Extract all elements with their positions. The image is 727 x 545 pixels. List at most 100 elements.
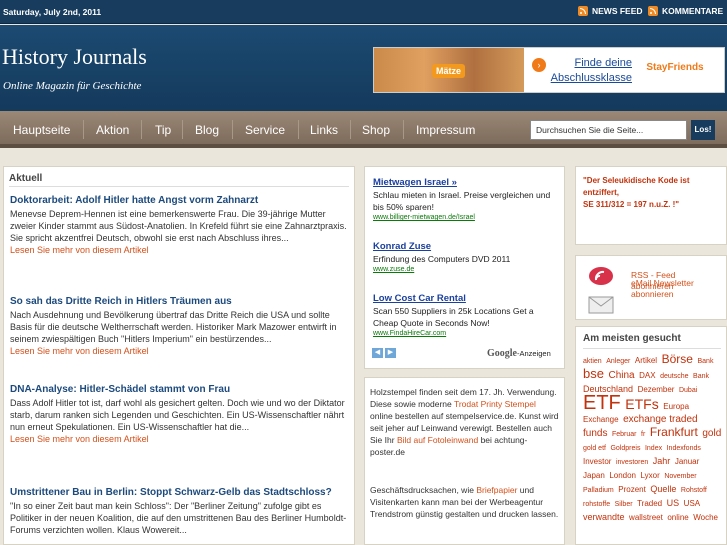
tag-link[interactable]: gold etf: [583, 445, 606, 452]
tag-link[interactable]: Frankfurt: [650, 425, 698, 439]
tag-link[interactable]: aktien: [583, 358, 602, 365]
search-button[interactable]: Los!: [691, 120, 715, 140]
article-title[interactable]: Umstrittener Bau in Berlin: Stoppt Schwa…: [10, 486, 352, 499]
tag-link[interactable]: Indexfonds: [667, 445, 701, 452]
tag-link[interactable]: Europa: [663, 402, 689, 411]
tag-link[interactable]: deutsche: [660, 373, 688, 380]
tag-link[interactable]: Bank: [697, 358, 713, 365]
tag-link[interactable]: investoren: [616, 459, 648, 466]
google-ads-label[interactable]: Google-Anzeigen: [487, 348, 551, 359]
tag-link[interactable]: Dezember: [638, 385, 675, 394]
tag-link[interactable]: exchange traded: [623, 414, 698, 425]
sponsored-link-briefpapier[interactable]: Briefpapier: [476, 485, 517, 495]
search-input[interactable]: Durchsuchen Sie die Seite...: [530, 120, 687, 140]
article-title[interactable]: Doktorarbeit: Adolf Hitler hatte Angst v…: [10, 194, 352, 207]
read-more-link[interactable]: Lesen Sie mehr von diesem Artikel: [10, 345, 352, 357]
nav-item-hauptseite[interactable]: Hauptseite: [13, 123, 70, 137]
tag-link[interactable]: fr: [641, 431, 645, 438]
ad-title[interactable]: Mietwagen Israel »: [373, 177, 559, 189]
tag-link[interactable]: Lyxor: [641, 471, 660, 480]
read-more-link[interactable]: Lesen Sie mehr von diesem Artikel: [10, 244, 352, 256]
tag-link[interactable]: DAX: [639, 371, 655, 380]
top-bar: Saturday, July 2nd, 2011 NEWS FEED KOMME…: [0, 0, 727, 24]
ads-suffix: -Anzeigen: [517, 349, 551, 358]
chevron-right-icon[interactable]: ▶: [385, 348, 396, 358]
tag-link[interactable]: Artikel: [635, 356, 657, 365]
tag-link[interactable]: gold: [702, 428, 721, 439]
article-title[interactable]: So sah das Dritte Reich in Hitlers Träum…: [10, 295, 352, 308]
tag-link[interactable]: Rohstoff: [681, 487, 707, 494]
nav-item-shop[interactable]: Shop: [362, 123, 390, 137]
tag-link[interactable]: Woche: [693, 513, 718, 522]
article-excerpt: "In so einer Zeit baut man kein Schloss"…: [10, 501, 347, 535]
nav-item-blog[interactable]: Blog: [195, 123, 219, 137]
tag-link[interactable]: Januar: [675, 457, 699, 466]
comments-feed-link[interactable]: KOMMENTARE: [648, 6, 723, 16]
tag-link[interactable]: Goldpreis: [610, 445, 640, 452]
nav-item-aktion[interactable]: Aktion: [96, 123, 129, 137]
tag-link[interactable]: Quelle: [650, 484, 676, 494]
tag-link[interactable]: China: [608, 370, 634, 381]
divider: [9, 186, 349, 187]
tag-link[interactable]: Palladium: [583, 487, 614, 494]
article: Doktorarbeit: Adolf Hitler hatte Angst v…: [10, 194, 352, 256]
read-more-link[interactable]: Lesen Sie mehr von diesem Artikel: [10, 433, 352, 445]
sponsored-link-trodat[interactable]: Trodat Printy Stempel: [454, 399, 536, 409]
text-ad[interactable]: Konrad Zuse Erfindung des Computers DVD …: [373, 241, 559, 275]
ad-url[interactable]: www.zuse.de: [373, 265, 559, 275]
ad-url[interactable]: www.FindaHireCar.com: [373, 329, 559, 339]
nav-divider: [182, 120, 183, 139]
article-excerpt: Nach Ausdehnung und Bevölkerung übertraf…: [10, 310, 337, 344]
tag-link[interactable]: Index: [645, 445, 662, 452]
text-ad[interactable]: Low Cost Car Rental Scan 550 Suppliers i…: [373, 293, 559, 339]
article-title[interactable]: DNA-Analyse: Hitler-Schädel stammt von F…: [10, 383, 352, 396]
tag-link[interactable]: Februar: [612, 431, 637, 438]
nav-item-impressum[interactable]: Impressum: [416, 123, 475, 137]
tag-link[interactable]: Anleger: [606, 358, 630, 365]
tag-link[interactable]: Traded: [637, 499, 662, 508]
tag-link[interactable]: Bank: [693, 373, 709, 380]
nav-divider: [403, 120, 404, 139]
tag-link[interactable]: Prozent: [618, 485, 646, 494]
email-icon[interactable]: [588, 294, 614, 316]
nav-item-links[interactable]: Links: [310, 123, 338, 137]
subscribe-panel: RSS - Feed abonnieren eMail Newsletter a…: [575, 255, 727, 320]
stayfriends-banner-ad[interactable]: Mätze › Finde deine Abschlussklasse Stay…: [373, 47, 725, 93]
tag-link[interactable]: Exchange: [583, 415, 619, 424]
chevron-left-icon[interactable]: ◀: [372, 348, 383, 358]
nav-divider: [83, 120, 84, 139]
tag-link[interactable]: Silber: [615, 501, 633, 508]
rss-feed-icon[interactable]: [588, 265, 614, 287]
tag-link[interactable]: ETF: [583, 392, 621, 414]
tag-link[interactable]: Dubai: [679, 387, 697, 394]
banner-link[interactable]: Finde deine Abschlussklasse: [532, 56, 632, 86]
article: So sah das Dritte Reich in Hitlers Träum…: [10, 295, 352, 357]
tag-link[interactable]: Börse: [662, 352, 693, 366]
tag-link[interactable]: wallstreet: [629, 513, 663, 522]
tag-link[interactable]: rohstoffe: [583, 501, 610, 508]
ad-title[interactable]: Konrad Zuse: [373, 241, 559, 253]
tag-link[interactable]: online: [667, 513, 688, 522]
tag-link[interactable]: bse: [583, 366, 604, 381]
email-newsletter-link[interactable]: eMail Newsletter abonnieren: [631, 278, 723, 300]
news-feed-link[interactable]: NEWS FEED: [578, 6, 643, 16]
tag-link[interactable]: verwandte: [583, 512, 625, 522]
tag-link[interactable]: funds: [583, 428, 607, 439]
news-feed-label: NEWS FEED: [592, 6, 643, 16]
site-title[interactable]: History Journals: [2, 44, 147, 70]
tag-link[interactable]: London: [609, 471, 636, 480]
tag-link[interactable]: US: [667, 498, 680, 508]
article-excerpt: Dass Adolf Hitler tot ist, darf wohl als…: [10, 398, 345, 432]
tag-link[interactable]: Japan: [583, 471, 605, 480]
tag-link[interactable]: Investor: [583, 457, 611, 466]
tag-link[interactable]: November: [664, 473, 696, 480]
sponsored-link-fotoleinwand[interactable]: Bild auf Fotoleinwand: [397, 435, 478, 445]
nav-item-tip[interactable]: Tip: [155, 123, 171, 137]
ad-url[interactable]: www.billiger-mietwagen.de/Israel: [373, 213, 559, 223]
ad-title[interactable]: Low Cost Car Rental: [373, 293, 559, 305]
text-ad[interactable]: Mietwagen Israel » Schlau mieten in Isra…: [373, 177, 559, 223]
tag-link[interactable]: Jahr: [653, 456, 671, 466]
tag-link[interactable]: USA: [684, 499, 700, 508]
tag-link[interactable]: ETFs: [625, 396, 658, 412]
nav-item-service[interactable]: Service: [245, 123, 285, 137]
